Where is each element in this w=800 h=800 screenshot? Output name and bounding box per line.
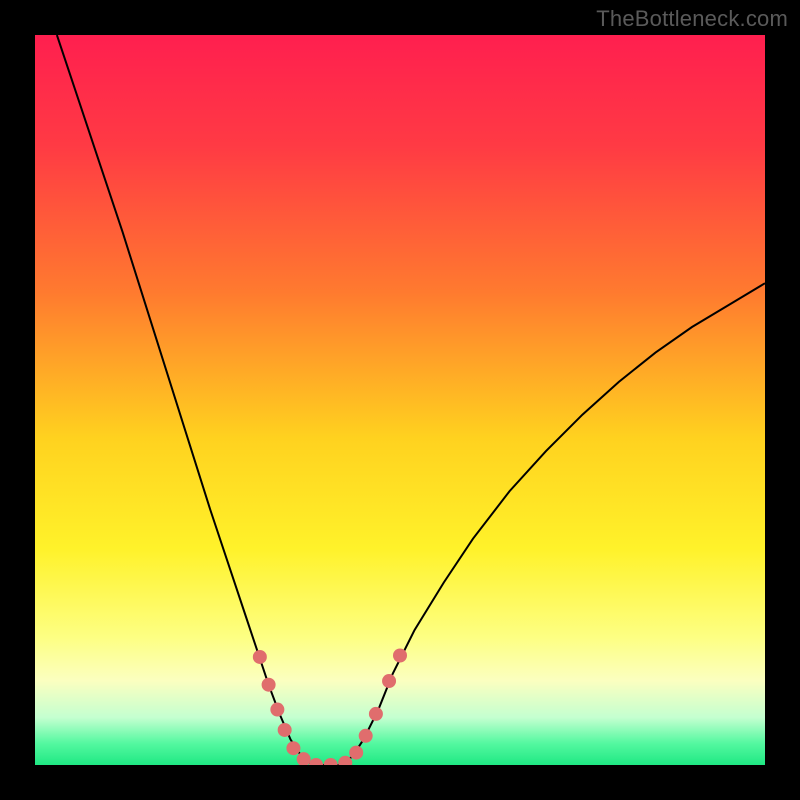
watermark-text: TheBottleneck.com bbox=[596, 6, 788, 32]
chart-frame: TheBottleneck.com bbox=[0, 0, 800, 800]
background-gradient bbox=[35, 35, 765, 765]
plot-area bbox=[35, 35, 765, 765]
